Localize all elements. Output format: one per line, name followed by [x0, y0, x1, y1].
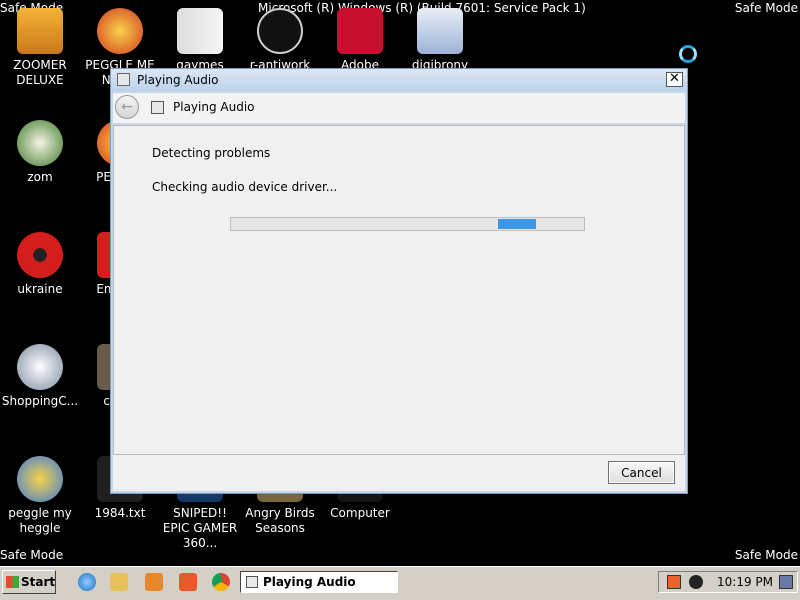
system-tray: 10:19 PM [658, 571, 798, 593]
safe-mode-label: Safe Mode [0, 548, 64, 562]
desktop-icon-label: Angry Birds Seasons [245, 506, 315, 535]
media-player-icon[interactable] [145, 573, 163, 591]
desktop-icon-gaymes[interactable]: gaymes [160, 8, 240, 73]
troubleshooter-icon [117, 73, 130, 86]
progress-bar [230, 217, 585, 231]
taskbar-item-label: Playing Audio [263, 575, 356, 589]
dialog-footer: Cancel [113, 455, 685, 491]
zoomer-icon [17, 8, 63, 54]
desktop-icon-peggle-heggle[interactable]: peggle my heggle [0, 456, 80, 536]
desktop-icon-label: peggle my heggle [8, 506, 72, 535]
peggle-icon [17, 456, 63, 502]
progress-fill [497, 219, 537, 229]
troubleshooter-icon [151, 101, 164, 114]
digibrony-icon [417, 8, 463, 54]
desktop-icon-shopping[interactable]: ShoppingC... [0, 344, 80, 409]
flash-icon [17, 344, 63, 390]
status-detail: Checking audio device driver... [152, 180, 338, 194]
radiation-icon [17, 232, 63, 278]
desktop: { "desktop": { "safe_mode": "Safe Mode",… [0, 0, 800, 600]
desktop-icon-label: ukraine [17, 282, 63, 296]
chrome-icon[interactable] [212, 573, 230, 591]
internet-explorer-icon[interactable] [78, 573, 96, 591]
desktop-icon-ukraine[interactable]: ukraine [0, 232, 80, 297]
desktop-icon-label: 1984.txt [94, 506, 146, 520]
windows-logo-icon [6, 576, 19, 588]
explorer-folder-icon[interactable] [110, 573, 128, 591]
tool-icon[interactable] [179, 573, 197, 591]
taskbar: Start Playing Audio 10:19 PM [0, 566, 800, 600]
zom-icon [17, 120, 63, 166]
r-antiwork-icon [257, 8, 303, 54]
nav-title: Playing Audio [173, 100, 255, 114]
status-heading: Detecting problems [152, 146, 271, 160]
start-label: Start [21, 575, 56, 589]
safe-mode-label: Safe Mode [734, 548, 798, 562]
start-button[interactable]: Start [2, 570, 56, 594]
peggle-icon [97, 8, 143, 54]
desktop-icon-label: SNIPED!! EPIC GAMER 360... [162, 506, 238, 550]
troubleshooter-icon [246, 576, 258, 588]
tray-app-icon[interactable] [667, 575, 681, 589]
desktop-icon-zoomer[interactable]: ZOOMER DELUXE [0, 8, 80, 88]
safe-mode-label: Safe Mode [734, 1, 798, 15]
adobe-reader-icon [337, 8, 383, 54]
back-arrow-icon[interactable]: ← [115, 95, 139, 119]
desktop-icon-label: Computer [330, 506, 390, 520]
desktop-icon-zom[interactable]: zom [0, 120, 80, 185]
desktop-icon-label: ZOOMER DELUXE [13, 58, 67, 87]
desktop-icon-r-antiwork[interactable]: r-antiwork [240, 8, 320, 73]
desktop-icon-digibrony[interactable]: digibrony [400, 8, 480, 73]
dialog-title: Playing Audio [137, 73, 219, 87]
taskbar-item-playing-audio[interactable]: Playing Audio [240, 571, 398, 593]
folder-icon [177, 8, 223, 54]
clock[interactable]: 10:19 PM [717, 572, 773, 592]
dialog-navbar: ← Playing Audio [113, 93, 685, 123]
cancel-button[interactable]: Cancel [608, 461, 675, 484]
playing-audio-dialog: Playing Audio ✕ ← Playing Audio Detectin… [110, 68, 688, 494]
desktop-icon-label: zom [27, 170, 53, 184]
dialog-content: Detecting problems Checking audio device… [113, 125, 685, 455]
show-desktop-icon[interactable] [779, 575, 793, 589]
dialog-titlebar[interactable]: Playing Audio ✕ [111, 69, 687, 91]
busy-cursor-icon [679, 45, 697, 63]
close-button[interactable]: ✕ [666, 72, 683, 87]
network-icon[interactable] [689, 575, 703, 589]
desktop-icon-label: ShoppingC... [1, 394, 79, 408]
